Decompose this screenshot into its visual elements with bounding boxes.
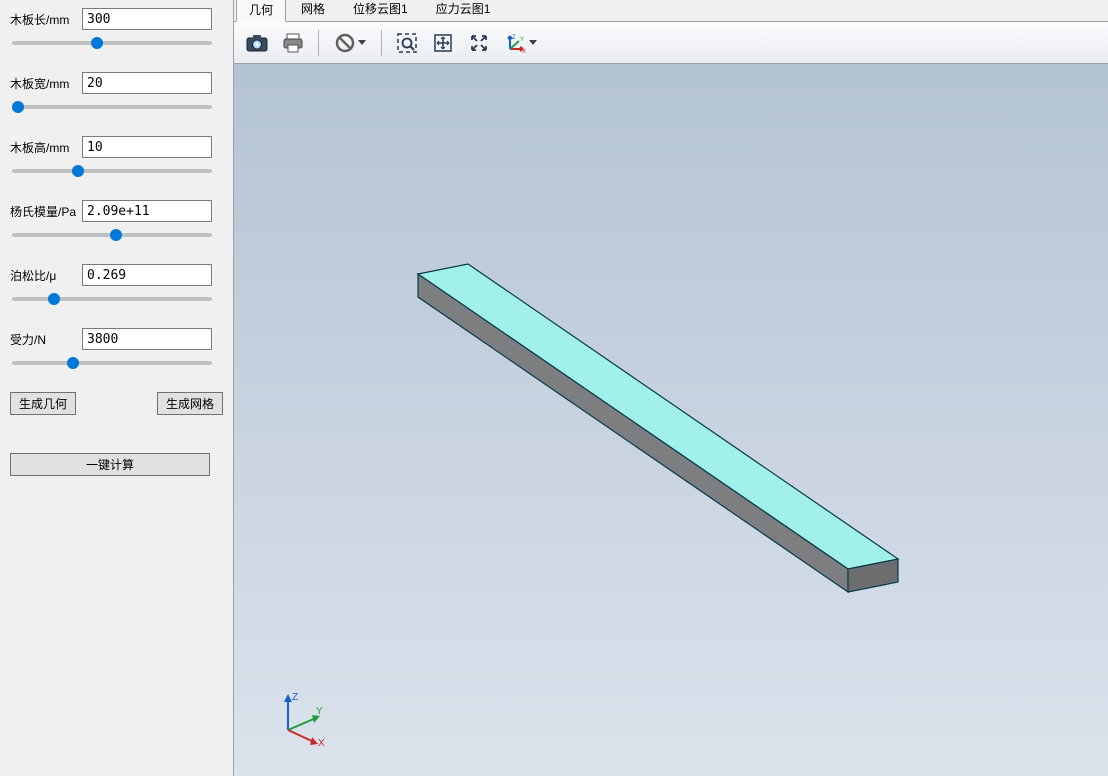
svg-text:X: X xyxy=(522,49,526,53)
param-length-row: 木板长/mm xyxy=(10,8,223,30)
param-youngs-input[interactable] xyxy=(82,200,212,222)
3d-viewport[interactable]: Z Y X xyxy=(234,64,1108,776)
tab-bar: 几何 网格 位移云图1 应力云图1 xyxy=(234,0,1108,22)
tab-mesh[interactable]: 网格 xyxy=(288,0,338,21)
toolbar: Z Y X xyxy=(234,22,1108,64)
param-youngs-label: 杨氏模量/Pa xyxy=(10,203,82,220)
param-height-label: 木板高/mm xyxy=(10,139,82,156)
print-button[interactable] xyxy=(276,27,310,59)
param-youngs-slider[interactable] xyxy=(12,233,212,237)
x-axis-label: X xyxy=(318,738,325,748)
z-axis-label: Z xyxy=(292,692,298,703)
zoom-area-icon xyxy=(396,32,418,54)
param-force-label: 受力/N xyxy=(10,331,82,348)
tab-displacement[interactable]: 位移云图1 xyxy=(340,0,421,21)
axes-icon: Z Y X xyxy=(506,33,526,53)
svg-text:Z: Z xyxy=(512,35,516,41)
param-length-label: 木板长/mm xyxy=(10,11,82,28)
zoom-area-button[interactable] xyxy=(390,27,424,59)
pan-icon xyxy=(432,32,454,54)
chevron-down-icon xyxy=(358,40,366,45)
camera-icon xyxy=(246,34,268,52)
param-width-row: 木板宽/mm xyxy=(10,72,223,94)
tab-geometry[interactable]: 几何 xyxy=(236,0,286,22)
param-force-slider[interactable] xyxy=(12,361,212,365)
snapshot-button[interactable] xyxy=(240,27,274,59)
fit-view-button[interactable] xyxy=(462,27,496,59)
param-width-slider[interactable] xyxy=(12,105,212,109)
view-orientation-button[interactable]: Z Y X xyxy=(498,27,544,59)
right-area: 几何 网格 位移云图1 应力云图1 xyxy=(234,0,1108,776)
pan-button[interactable] xyxy=(426,27,460,59)
fit-view-icon xyxy=(468,32,490,54)
param-force-input[interactable] xyxy=(82,328,212,350)
generate-geometry-button[interactable]: 生成几何 xyxy=(10,392,76,415)
geometry-render xyxy=(234,64,1108,776)
param-poisson-row: 泊松比/μ xyxy=(10,264,223,286)
param-height-slider[interactable] xyxy=(12,169,212,173)
parameter-panel: 木板长/mm 木板宽/mm 木板高/mm 杨氏模量/Pa 泊松比/μ 受力/N … xyxy=(0,0,234,776)
no-symbol-icon xyxy=(335,33,355,53)
param-poisson-label: 泊松比/μ xyxy=(10,267,82,284)
printer-icon xyxy=(282,33,304,53)
param-force-row: 受力/N xyxy=(10,328,223,350)
chevron-down-icon xyxy=(529,40,537,45)
param-width-label: 木板宽/mm xyxy=(10,75,82,92)
toolbar-separator xyxy=(318,30,319,56)
tab-stress[interactable]: 应力云图1 xyxy=(423,0,504,21)
generate-mesh-button[interactable]: 生成网格 xyxy=(157,392,223,415)
param-height-row: 木板高/mm xyxy=(10,136,223,158)
param-length-input[interactable] xyxy=(82,8,212,30)
toolbar-separator xyxy=(381,30,382,56)
param-width-input[interactable] xyxy=(82,72,212,94)
param-length-slider[interactable] xyxy=(12,41,212,45)
param-poisson-slider[interactable] xyxy=(12,297,212,301)
orientation-triad: Z Y X xyxy=(270,688,330,748)
one-click-compute-button[interactable]: 一键计算 xyxy=(10,453,210,476)
display-mode-button[interactable] xyxy=(327,27,373,59)
y-axis-label: Y xyxy=(316,706,323,717)
param-height-input[interactable] xyxy=(82,136,212,158)
param-youngs-row: 杨氏模量/Pa xyxy=(10,200,223,222)
svg-text:Y: Y xyxy=(520,37,524,43)
param-poisson-input[interactable] xyxy=(82,264,212,286)
